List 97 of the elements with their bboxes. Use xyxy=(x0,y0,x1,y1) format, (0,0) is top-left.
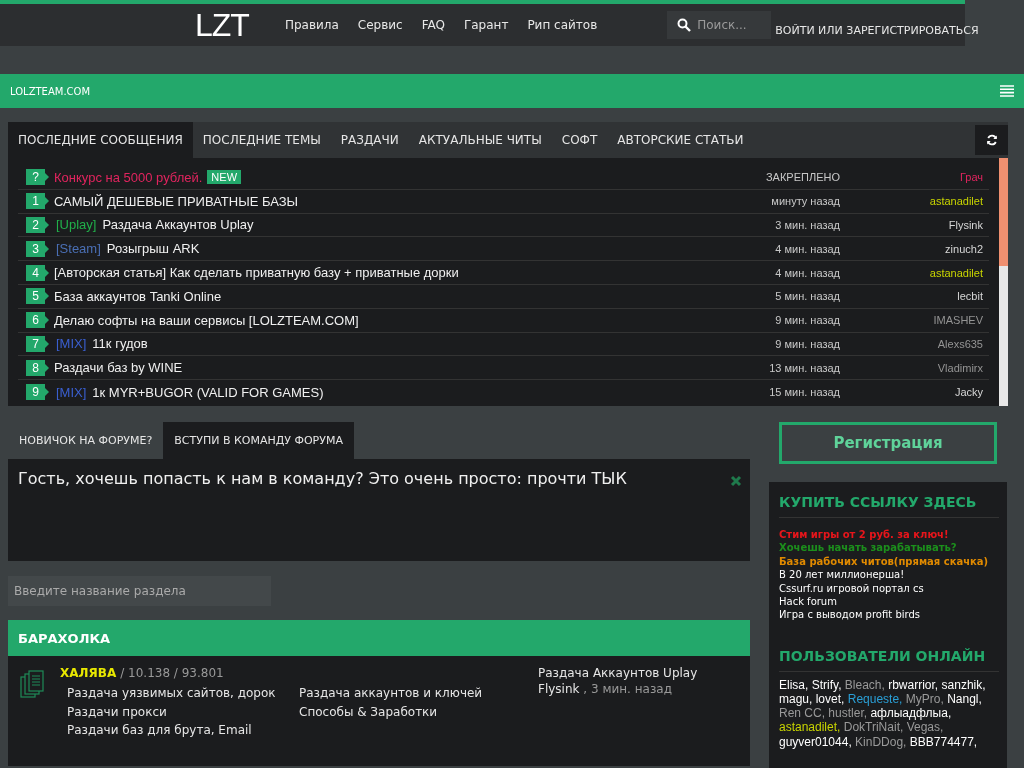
user-link[interactable]: Elisa, xyxy=(779,677,809,692)
ad-link[interactable]: Стим игры от 2 руб. за ключ! xyxy=(779,528,999,542)
last-post-time: , 3 мин. назад xyxy=(583,682,672,696)
thread-author[interactable]: Flysink xyxy=(840,219,983,231)
thread-title[interactable]: САМЫЙ ДЕШЕВЫЕ ПРИВАТНЫЕ БАЗЫ xyxy=(54,193,299,209)
thread-time: 13 мин. назад xyxy=(769,361,840,374)
thread-time: 15 мин. назад xyxy=(769,386,840,399)
user-link[interactable]: guyver01044, xyxy=(779,734,852,749)
tab[interactable]: РАЗДАЧИ xyxy=(330,122,409,158)
subforum-link[interactable]: Раздача уязвимых сайтов, дорок xyxy=(67,684,299,703)
nav-link[interactable]: Рип сайтов xyxy=(527,18,598,32)
user-link[interactable]: Ren CC, xyxy=(779,706,825,721)
thread-time: 4 мин. назад xyxy=(775,266,840,279)
section-filter-field[interactable]: Введите название раздела xyxy=(8,576,271,606)
user-link[interactable]: Vegas, xyxy=(906,720,944,735)
thread-title[interactable]: Розыгрыш ARK xyxy=(106,241,200,257)
thread-title[interactable]: Конкурс на 5000 рублей. xyxy=(54,169,203,185)
tab[interactable]: АКТУАЛЬНЫЕ ЧИТЫ xyxy=(408,122,552,158)
user-link[interactable]: KinDDog, xyxy=(855,734,907,749)
thread-time: 4 мин. назад xyxy=(775,242,840,255)
nav-link[interactable]: FAQ xyxy=(421,18,445,32)
forum-name[interactable]: ХАЛЯВА xyxy=(60,666,117,680)
thread-time: 5 мин. назад xyxy=(775,290,840,303)
site-logo[interactable]: LZT xyxy=(195,6,249,44)
thread-title[interactable]: Делаю софты на ваши сервисы [LOLZTEAM.COM] xyxy=(54,312,359,328)
last-post-title[interactable]: Раздача Аккаунтов Uplay xyxy=(538,666,698,680)
user-link[interactable]: lovet, xyxy=(815,692,845,707)
nav-link[interactable]: Гарант xyxy=(463,18,509,32)
thread-author[interactable]: astanadilet xyxy=(840,266,983,279)
subforum-link[interactable]: Раздачи баз для брута, Email xyxy=(67,721,299,740)
thread-title[interactable]: 1к MYR+BUGOR (VALID FOR GAMES) xyxy=(92,384,324,400)
user-link[interactable]: sanzhik, xyxy=(941,677,986,692)
user-link[interactable]: Strify, xyxy=(811,677,842,692)
user-link[interactable]: Bleach, xyxy=(844,677,885,692)
tab[interactable]: ПОСЛЕДНИЕ СООБЩЕНИЯ xyxy=(8,122,193,158)
thread-author[interactable]: Грач xyxy=(840,171,983,184)
online-heading: ПОЛЬЗОВАТЕЛИ ОНЛАЙН xyxy=(779,647,999,672)
thread-title[interactable]: База аккаунтов Tanki Online xyxy=(54,288,222,304)
thread-time: ЗАКРЕПЛЕНО xyxy=(765,171,840,184)
forum-stats: / 10.138 / 93.801 xyxy=(120,666,224,680)
tab[interactable]: АВТОРСКИЕ СТАТЬИ xyxy=(607,122,754,158)
thread-author[interactable]: Vladimirx xyxy=(840,361,983,374)
search-field[interactable]: Поиск... xyxy=(667,11,772,39)
subforum-link[interactable]: Способы & Заработки xyxy=(299,702,531,722)
user-link[interactable]: DokTriNait, xyxy=(843,720,904,735)
register-button[interactable]: Регистрация xyxy=(779,422,997,464)
thread-author[interactable]: astanadilet xyxy=(840,195,983,208)
user-link[interactable]: MyPro, xyxy=(905,692,944,707)
tab[interactable]: ПОСЛЕДНИЕ ТЕМЫ xyxy=(192,122,331,158)
user-link[interactable]: astanadilet, xyxy=(779,720,841,735)
user-link[interactable]: magu, xyxy=(779,692,813,707)
user-link[interactable]: Requeste, xyxy=(847,692,903,707)
thread-author[interactable]: Jacky xyxy=(840,386,983,399)
tab[interactable]: ВСТУПИ В КОМАНДУ ФОРУМА xyxy=(163,422,354,459)
user-link[interactable]: афлыадфлыа, xyxy=(870,706,952,721)
user-link[interactable]: BBB774477, xyxy=(909,734,978,749)
user-link[interactable]: rbwarrior, xyxy=(888,677,939,692)
thread-author[interactable]: Alexs635 xyxy=(840,337,983,350)
thread-time: 9 мин. назад xyxy=(775,314,840,327)
ad-link[interactable]: Cssurf.ru игровой портал cs xyxy=(779,581,999,596)
nav-link[interactable]: Правила xyxy=(284,18,339,32)
ad-link[interactable]: Хочешь начать зарабатывать? xyxy=(779,541,999,555)
tab[interactable]: СОФТ xyxy=(551,122,608,158)
scrollbar[interactable] xyxy=(999,158,1008,406)
notice-text: Гость, хочешь попасть к нам в команду? Это очень просто: прочти ТЫК xyxy=(18,469,627,490)
tab[interactable]: НОВИЧОК НА ФОРУМЕ? xyxy=(8,422,164,459)
user-link[interactable]: hustler, xyxy=(828,706,868,721)
subforum-link[interactable]: Раздачи прокси xyxy=(67,702,299,722)
new-badge: NEW xyxy=(207,170,242,185)
documents-icon xyxy=(20,670,46,700)
thread-title[interactable]: [Авторская статья] Как сделать приватную базу + приватные дорки xyxy=(54,265,459,281)
thread-author[interactable]: zinuch2 xyxy=(840,242,983,255)
refresh-button[interactable] xyxy=(975,125,1008,155)
user-link[interactable]: Nangl, xyxy=(947,692,982,707)
nav-link[interactable]: Сервис xyxy=(357,18,403,32)
refresh-icon xyxy=(985,134,998,146)
thread-title[interactable]: 11к гудов xyxy=(92,336,148,352)
thread-title[interactable]: Раздачи баз by WINE xyxy=(54,360,183,376)
thread-author[interactable]: lecbit xyxy=(840,290,983,303)
thread-time: 9 мин. назад xyxy=(775,337,840,350)
thread-title[interactable]: Раздача Аккаунтов Uplay xyxy=(102,217,254,233)
ad-link[interactable]: Hack forum xyxy=(779,595,999,609)
close-icon[interactable] xyxy=(730,475,742,487)
ad-link[interactable]: В 20 лет миллионерша! xyxy=(779,568,999,582)
login-link[interactable]: ВОЙТИ ИЛИ ЗАРЕГИСТРИРОВАТЬСЯ xyxy=(775,23,979,37)
subforum-link[interactable]: Раздача аккаунтов и ключей xyxy=(299,684,531,703)
ad-link[interactable]: База рабочих читов(прямая скачка) xyxy=(779,554,999,569)
ad-link[interactable]: Игра с выводом profit birds xyxy=(779,608,999,622)
search-icon xyxy=(677,18,692,32)
thread-time: 3 мин. назад xyxy=(775,219,840,231)
thread-author[interactable]: IMASHEV xyxy=(840,314,983,327)
last-post-author[interactable]: Flysink xyxy=(538,682,580,696)
thread-time: минуту назад xyxy=(771,195,840,208)
ads-heading: КУПИТЬ ССЫЛКУ ЗДЕСЬ xyxy=(779,494,999,518)
thread-prefix[interactable]: [Uplay] xyxy=(56,217,97,233)
scrollbar-thumb[interactable] xyxy=(999,158,1008,266)
menu-icon[interactable] xyxy=(1000,85,1014,97)
